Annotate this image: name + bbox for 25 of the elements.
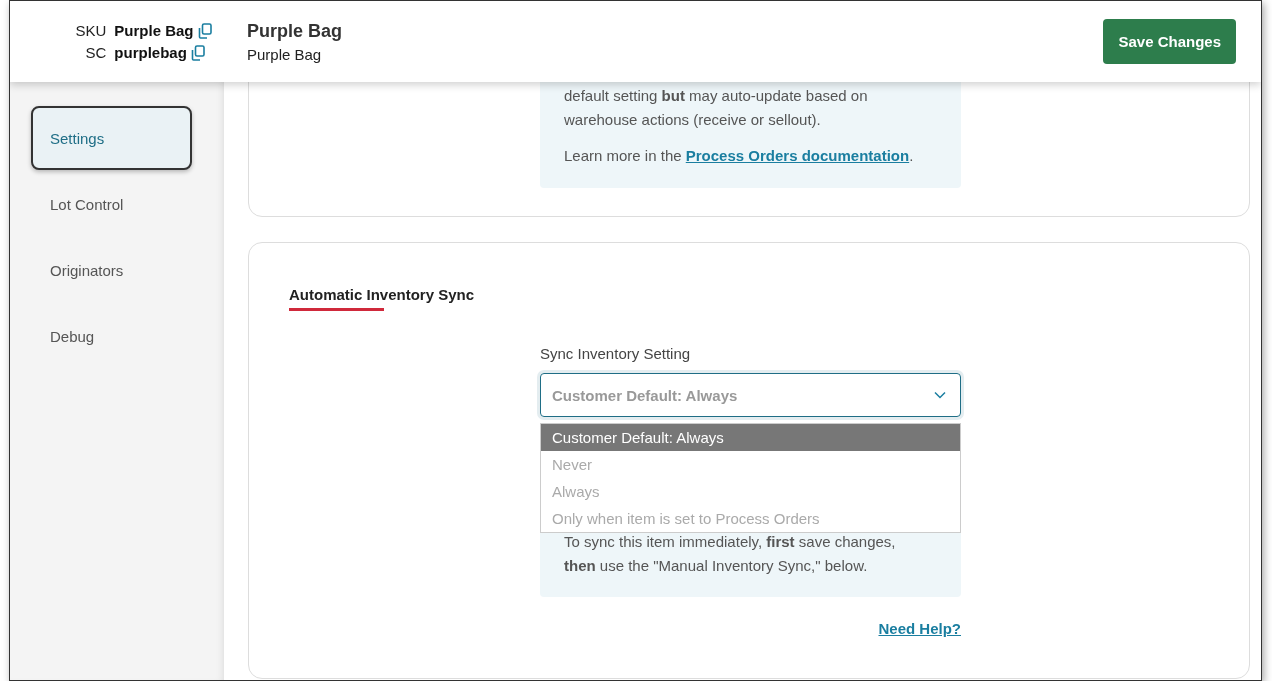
dropdown-option[interactable]: Only when item is set to Process Orders: [541, 505, 960, 532]
chevron-down-icon: [934, 391, 946, 399]
sidebar-item[interactable]: Debug: [31, 304, 192, 368]
item-subtitle: Purple Bag: [247, 45, 323, 63]
info-text: default setting but may auto-update based on warehouse actions (receive or sellout).: [564, 86, 869, 130]
save-button[interactable]: Save Changes: [1103, 19, 1236, 64]
copy-icon[interactable]: [190, 44, 205, 61]
sidebar-item[interactable]: Lot Control: [31, 172, 192, 236]
field-label: Sync Inventory Setting: [540, 344, 692, 364]
copy-icon[interactable]: [197, 22, 212, 39]
dropdown-option[interactable]: Always: [541, 478, 960, 505]
section-title: Automatic Inventory Sync: [289, 285, 475, 305]
sidebar-item[interactable]: Settings: [31, 106, 192, 170]
info-text: To sync this item immediately, first save changes, then use the "Manual Inventory Sync," below.: [564, 532, 897, 576]
id-value: Purple Bag: [114, 22, 194, 39]
id-value: purplebag: [114, 44, 187, 61]
sync-select[interactable]: Customer Default: Always: [540, 373, 961, 417]
dropdown-option[interactable]: Customer Default: Always: [541, 424, 960, 451]
sidebar-item[interactable]: Originators: [31, 238, 192, 302]
help-link[interactable]: Need Help?: [878, 620, 961, 637]
item-title: Purple Bag: [247, 20, 344, 42]
info-text: Learn more in the Process Orders documentation.: [564, 146, 915, 166]
dropdown-option[interactable]: Never: [541, 451, 960, 478]
id-label: SC: [84, 44, 107, 61]
id-label: SKU: [74, 22, 107, 39]
